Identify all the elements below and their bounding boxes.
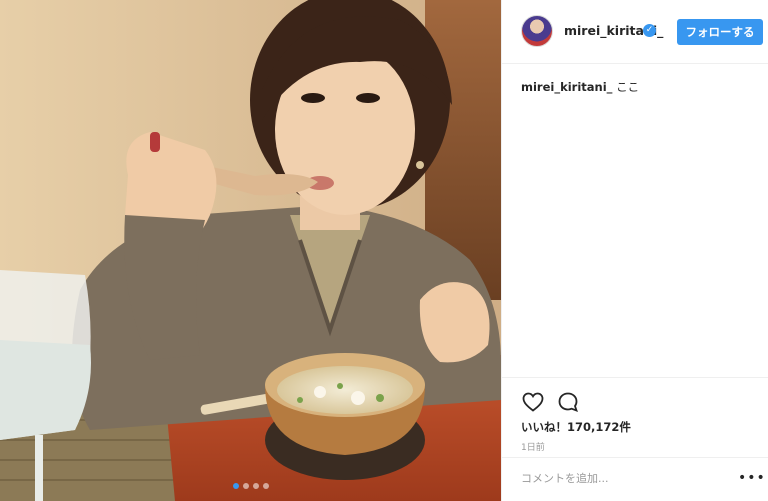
soup [277, 366, 413, 414]
post-caption: mirei_kiritani_ ここ [521, 79, 639, 95]
comment-bubble-icon[interactable] [556, 390, 580, 414]
post-timestamp[interactable]: 1日前 [521, 440, 545, 453]
verified-badge-icon: ✓ [643, 24, 656, 37]
avatar[interactable] [521, 15, 553, 47]
post-side-panel: mirei_kiritani_ ✓ フォローする mirei_kiritani_… [501, 0, 768, 501]
carousel-dot [252, 483, 259, 489]
actions-divider [502, 377, 768, 379]
carousel-dot [242, 483, 249, 489]
carousel-dot [232, 483, 239, 489]
more-dots-icon[interactable]: ••• [738, 470, 766, 486]
hand-right [419, 282, 490, 363]
post-photo[interactable] [0, 0, 501, 501]
post-header: mirei_kiritani_ ✓ フォローする [502, 0, 768, 64]
photo-illustration [0, 0, 501, 501]
comment-input[interactable] [521, 472, 721, 485]
caption-username[interactable]: mirei_kiritani_ [521, 80, 612, 94]
heart-outline-icon[interactable] [521, 390, 545, 414]
caption-text: ここ [616, 80, 640, 94]
like-count[interactable]: いいね！170,172件 [521, 419, 631, 435]
carousel-indicator [0, 483, 501, 489]
follow-button[interactable]: フォローする [677, 19, 763, 45]
comment-bar: ••• [502, 457, 768, 501]
carousel-dot [262, 483, 269, 489]
